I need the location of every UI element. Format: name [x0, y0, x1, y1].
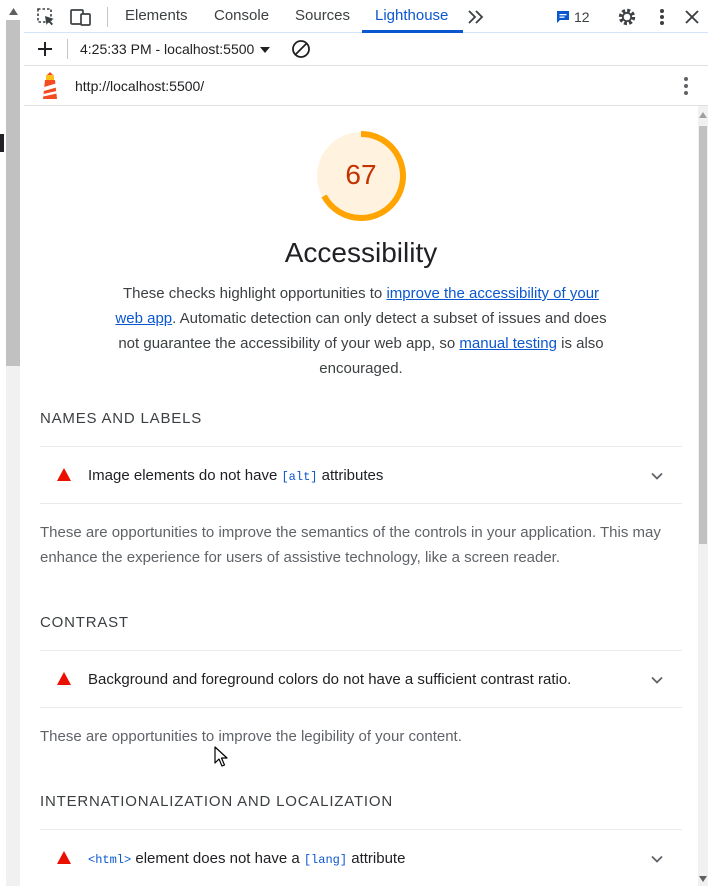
tab-elements[interactable]: Elements	[125, 0, 188, 33]
page-scrollbar-thumb[interactable]	[6, 20, 20, 366]
category-description: These checks highlight opportunities to …	[115, 285, 607, 377]
report-menu-icon[interactable]	[675, 75, 697, 97]
more-options-icon[interactable]	[651, 6, 673, 28]
group-title-internationalization: INTERNATIONALIZATION AND LOCALIZATION	[40, 793, 393, 810]
tab-lighthouse[interactable]: Lighthouse	[375, 0, 448, 33]
group-title-contrast: CONTRAST	[40, 614, 129, 631]
new-report-plus-icon[interactable]	[34, 38, 56, 60]
manual-testing-link[interactable]: manual testing	[459, 335, 557, 352]
toolbar-divider	[67, 39, 68, 59]
report-selector-label: 4:25:33 PM - localhost:5500	[80, 41, 255, 57]
scroll-up-arrow-icon[interactable]	[699, 112, 707, 118]
score-value: 67	[345, 159, 377, 190]
chevron-down-icon[interactable]	[650, 852, 664, 866]
report-selector[interactable]: 4:25:33 PM - localhost:5500	[80, 41, 271, 57]
settings-gear-icon[interactable]	[616, 6, 638, 28]
page-edge-marker	[0, 134, 4, 152]
report-scrollbar-thumb[interactable]	[699, 126, 707, 544]
inspect-element-icon[interactable]	[35, 6, 57, 28]
devtools-tab-strip: Elements Console Sources Lighthouse 12	[0, 0, 708, 33]
lighthouse-logo-icon	[38, 72, 62, 100]
report-url: http://localhost:5500/	[75, 78, 205, 94]
red-triangle-icon	[57, 468, 71, 481]
scroll-up-arrow-icon[interactable]	[9, 8, 18, 15]
audit-color-contrast[interactable]: Background and foreground colors do not …	[40, 650, 682, 708]
audit-title: <html> element does not have a [lang] at…	[88, 850, 406, 867]
chevron-down-icon[interactable]	[650, 673, 664, 687]
tab-console[interactable]: Console	[214, 0, 269, 33]
group-description: These are opportunities to improve the l…	[40, 728, 462, 745]
lighthouse-report: 67 Accessibility These checks highlight …	[24, 106, 698, 886]
audit-html-lang[interactable]: <html> element does not have a [lang] at…	[40, 829, 682, 886]
tab-sources[interactable]: Sources	[295, 0, 350, 33]
clear-reports-icon[interactable]	[290, 38, 312, 60]
audit-title: Image elements do not have [alt] attribu…	[88, 467, 384, 484]
toolbar-divider	[107, 7, 108, 27]
message-icon	[557, 11, 569, 23]
group-title-names-and-labels: NAMES AND LABELS	[40, 410, 203, 427]
audit-image-alt[interactable]: Image elements do not have [alt] attribu…	[40, 446, 682, 504]
scroll-down-arrow-icon[interactable]	[699, 876, 707, 882]
close-devtools-icon[interactable]	[681, 6, 703, 28]
chevron-down-icon[interactable]	[650, 469, 664, 483]
red-triangle-icon	[57, 851, 71, 864]
mouse-cursor-icon	[214, 746, 228, 767]
more-tabs-icon[interactable]	[465, 6, 487, 28]
dropdown-arrow-icon	[260, 47, 271, 53]
report-url-bar: http://localhost:5500/	[0, 66, 708, 106]
issues-badge[interactable]: 12	[556, 8, 590, 26]
group-description: These are opportunities to improve the s…	[40, 524, 661, 566]
audit-title: Background and foreground colors do not …	[88, 671, 572, 688]
issues-count: 12	[574, 9, 590, 25]
category-title: Accessibility	[284, 237, 438, 268]
lighthouse-toolbar: 4:25:33 PM - localhost:5500	[0, 33, 708, 66]
device-toolbar-icon[interactable]	[70, 6, 92, 28]
red-triangle-icon	[57, 672, 71, 685]
